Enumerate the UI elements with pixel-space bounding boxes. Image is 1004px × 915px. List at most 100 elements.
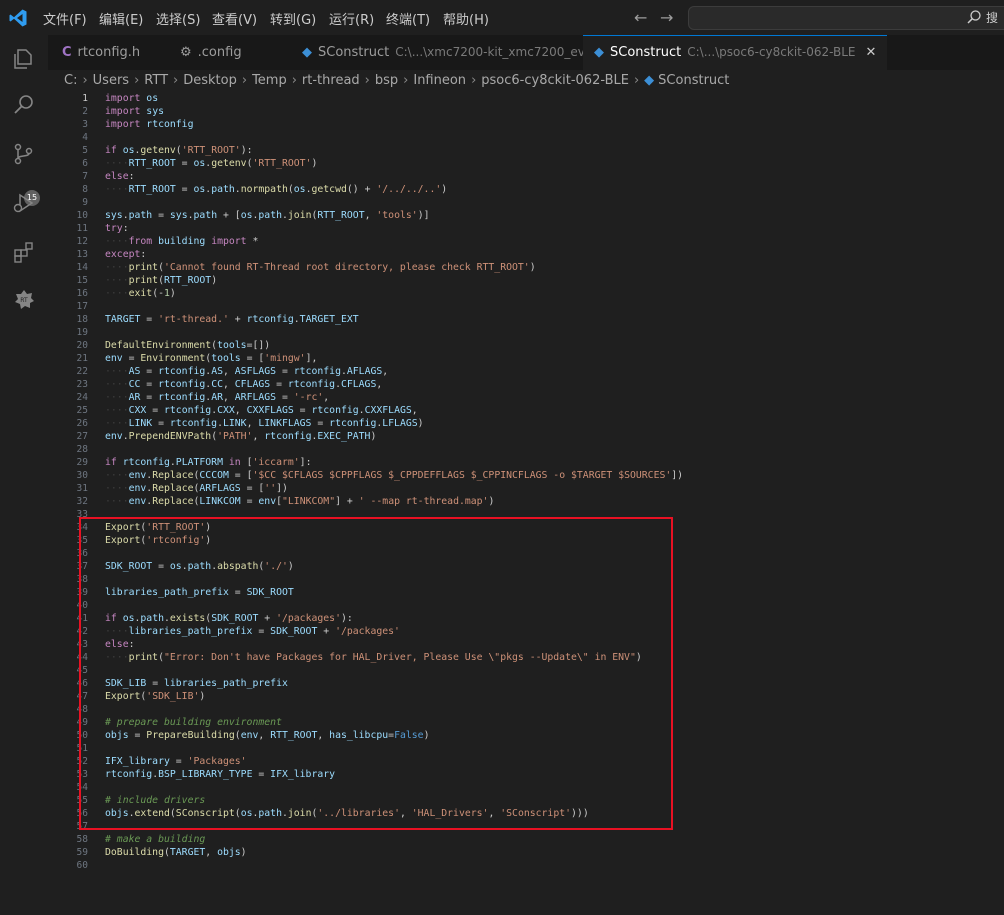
menu-help[interactable]: 帮助(H) <box>443 9 489 28</box>
line-number: 19 <box>76 327 88 338</box>
code-line[interactable]: import sys <box>105 105 683 118</box>
line-number: 29 <box>76 457 88 468</box>
arrow-right-icon[interactable]: → <box>660 8 673 27</box>
line-number: 22 <box>76 366 88 377</box>
line-number: 30 <box>76 470 88 481</box>
code-line[interactable]: ····env.Replace(ARFLAGS = ['']) <box>105 482 683 495</box>
code-line[interactable] <box>105 443 683 456</box>
code-line[interactable] <box>105 859 683 872</box>
tab-config[interactable]: ⚙ .config <box>180 35 242 70</box>
breadcrumb-item[interactable]: psoc6-cy8ckit-062-BLE <box>481 73 629 88</box>
menu-run[interactable]: 运行(R) <box>329 9 374 28</box>
breadcrumb-item[interactable]: rt-thread <box>302 73 360 88</box>
code-line[interactable]: ····RTT_ROOT = os.getenv('RTT_ROOT') <box>105 157 683 170</box>
search-label[interactable]: 搜 <box>986 9 998 26</box>
arrow-left-icon[interactable]: ← <box>634 8 647 27</box>
code-line[interactable]: # make a building <box>105 833 683 846</box>
tab-description: C:\...\psoc6-cy8ckit-062-BLE <box>687 45 856 59</box>
code-line[interactable] <box>105 326 683 339</box>
line-number: 8 <box>82 184 88 195</box>
menu-file[interactable]: 文件(F) <box>43 9 87 28</box>
code-line[interactable]: ····exit(-1) <box>105 287 683 300</box>
code-line[interactable]: ····CXX = rtconfig.CXX, CXXFLAGS = rtcon… <box>105 404 683 417</box>
breadcrumb-item[interactable]: Users <box>93 73 129 88</box>
breadcrumb-item[interactable]: Temp <box>252 73 287 88</box>
search-icon[interactable] <box>966 9 982 25</box>
title-bar: 文件(F) 编辑(E) 选择(S) 查看(V) 转到(G) 运行(R) 终端(T… <box>0 0 1004 35</box>
editor-tab-bar: Crtconfig.h ⚙ .config ◆ SConstruct C:\...\x… <box>48 35 1004 71</box>
code-line[interactable]: else: <box>105 170 683 183</box>
c-file-icon: C <box>62 45 72 60</box>
rt-thread-icon[interactable]: RT <box>12 288 36 312</box>
line-number: 7 <box>82 171 88 182</box>
search-view-icon[interactable] <box>12 93 36 117</box>
code-line[interactable]: env.PrependENVPath('PATH', rtconfig.EXEC… <box>105 430 683 443</box>
code-line[interactable]: if os.getenv('RTT_ROOT'): <box>105 144 683 157</box>
tab-label: .config <box>197 45 242 60</box>
line-number: 31 <box>76 483 88 494</box>
source-control-icon[interactable] <box>12 142 36 166</box>
tab-label: SConstruct <box>610 45 682 60</box>
breadcrumb-item[interactable]: Desktop <box>183 73 237 88</box>
line-number: 6 <box>82 158 88 169</box>
highlight-annotation-box <box>79 517 673 830</box>
code-line[interactable]: ····LINK = rtconfig.LINK, LINKFLAGS = rt… <box>105 417 683 430</box>
tab-rtconfig-h[interactable]: Crtconfig.h <box>62 35 140 70</box>
close-icon[interactable]: ✕ <box>866 45 877 60</box>
code-line[interactable]: ····env.Replace(LINKCOM = env["LINKCOM"]… <box>105 495 683 508</box>
breadcrumb-item[interactable]: Infineon <box>413 73 466 88</box>
menu-edit[interactable]: 编辑(E) <box>99 9 143 28</box>
explorer-icon[interactable] <box>12 47 36 71</box>
python-file-icon: ◆ <box>302 45 312 60</box>
line-number: 59 <box>76 847 88 858</box>
code-line[interactable]: except: <box>105 248 683 261</box>
code-line[interactable] <box>105 131 683 144</box>
code-line[interactable]: ····from building import * <box>105 235 683 248</box>
breadcrumb-item[interactable]: bsp <box>375 73 398 88</box>
vscode-logo-icon <box>9 9 27 27</box>
breadcrumb-item[interactable]: C: <box>64 73 77 88</box>
svg-text:RT: RT <box>20 297 28 304</box>
code-line[interactable]: ····AR = rtconfig.AR, ARFLAGS = '-rc', <box>105 391 683 404</box>
code-line[interactable]: TARGET = 'rt-thread.' + rtconfig.TARGET_… <box>105 313 683 326</box>
code-line[interactable]: ····env.Replace(CCCOM = ['$CC $CFLAGS $C… <box>105 469 683 482</box>
tab-sconstruct-xmc7200[interactable]: ◆ SConstruct C:\...\xmc7200-kit_xmc7200_ev… <box>302 35 592 70</box>
menu-go[interactable]: 转到(G) <box>270 9 316 28</box>
gear-icon: ⚙ <box>180 45 192 60</box>
tab-description: C:\...\xmc7200-kit_xmc7200_evk <box>395 45 592 59</box>
code-line[interactable]: DefaultEnvironment(tools=[]) <box>105 339 683 352</box>
line-number: 1 <box>82 93 88 104</box>
code-line[interactable]: DoBuilding(TARGET, objs) <box>105 846 683 859</box>
code-line[interactable]: ····RTT_ROOT = os.path.normpath(os.getcw… <box>105 183 683 196</box>
chevron-right-icon: › <box>134 73 140 88</box>
breadcrumb-item[interactable]: SConstruct <box>658 73 729 88</box>
line-number: 15 <box>76 275 88 286</box>
code-line[interactable]: sys.path = sys.path + [os.path.join(RTT_… <box>105 209 683 222</box>
python-file-icon: ◆ <box>594 45 604 60</box>
extensions-icon[interactable] <box>12 240 36 264</box>
code-line[interactable]: ····AS = rtconfig.AS, ASFLAGS = rtconfig… <box>105 365 683 378</box>
code-line[interactable] <box>105 300 683 313</box>
code-line[interactable] <box>105 196 683 209</box>
breadcrumb-item[interactable]: RTT <box>144 73 168 88</box>
code-line[interactable]: env = Environment(tools = ['mingw'], <box>105 352 683 365</box>
menu-selection[interactable]: 选择(S) <box>156 9 200 28</box>
menu-view[interactable]: 查看(V) <box>212 9 257 28</box>
code-line[interactable]: try: <box>105 222 683 235</box>
tab-sconstruct-psoc6[interactable]: ◆ SConstruct C:\...\psoc6-cy8ckit-062-BLE ✕ <box>583 35 888 71</box>
line-number: 14 <box>76 262 88 273</box>
code-line[interactable]: ····CC = rtconfig.CC, CFLAGS = rtconfig.… <box>105 378 683 391</box>
line-number: 18 <box>76 314 88 325</box>
run-debug-icon[interactable] <box>12 191 36 215</box>
command-center-search[interactable] <box>688 6 1004 30</box>
line-number: 28 <box>76 444 88 455</box>
line-number: 32 <box>76 496 88 507</box>
code-line[interactable]: import rtconfig <box>105 118 683 131</box>
code-line[interactable]: ····print(RTT_ROOT) <box>105 274 683 287</box>
code-line[interactable]: ····print('Cannot found RT-Thread root d… <box>105 261 683 274</box>
line-number: 16 <box>76 288 88 299</box>
code-line[interactable]: if rtconfig.PLATFORM in ['iccarm']: <box>105 456 683 469</box>
menu-terminal[interactable]: 终端(T) <box>386 9 430 28</box>
code-line[interactable]: import os <box>105 92 683 105</box>
line-number: 12 <box>76 236 88 247</box>
